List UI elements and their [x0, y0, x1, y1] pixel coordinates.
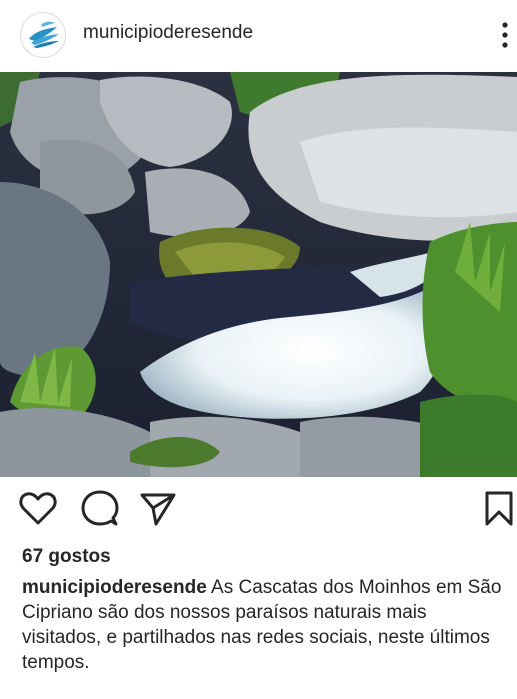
action-bar [0, 488, 517, 536]
post-username[interactable]: municipioderesende [83, 22, 253, 44]
send-paper-plane-icon [140, 493, 176, 526]
post-caption: municipioderesende As Cascatas dos Moinh… [22, 575, 502, 675]
share-button[interactable] [138, 488, 178, 532]
likes-count[interactable]: 67 gostos [22, 546, 111, 568]
comment-bubble-icon [81, 490, 119, 526]
more-options-button[interactable] [497, 20, 513, 50]
post-photo[interactable] [0, 72, 517, 477]
bookmark-icon [485, 491, 513, 526]
heart-outline-icon [19, 492, 57, 525]
more-vertical-icon [502, 22, 508, 48]
comment-button[interactable] [80, 488, 120, 532]
post-header: municipioderesende [0, 0, 517, 72]
save-button[interactable] [482, 488, 517, 532]
avatar[interactable] [20, 12, 66, 58]
municipality-logo-icon [29, 21, 59, 48]
like-button[interactable] [18, 488, 58, 532]
caption-username[interactable]: municipioderesende [22, 577, 207, 598]
